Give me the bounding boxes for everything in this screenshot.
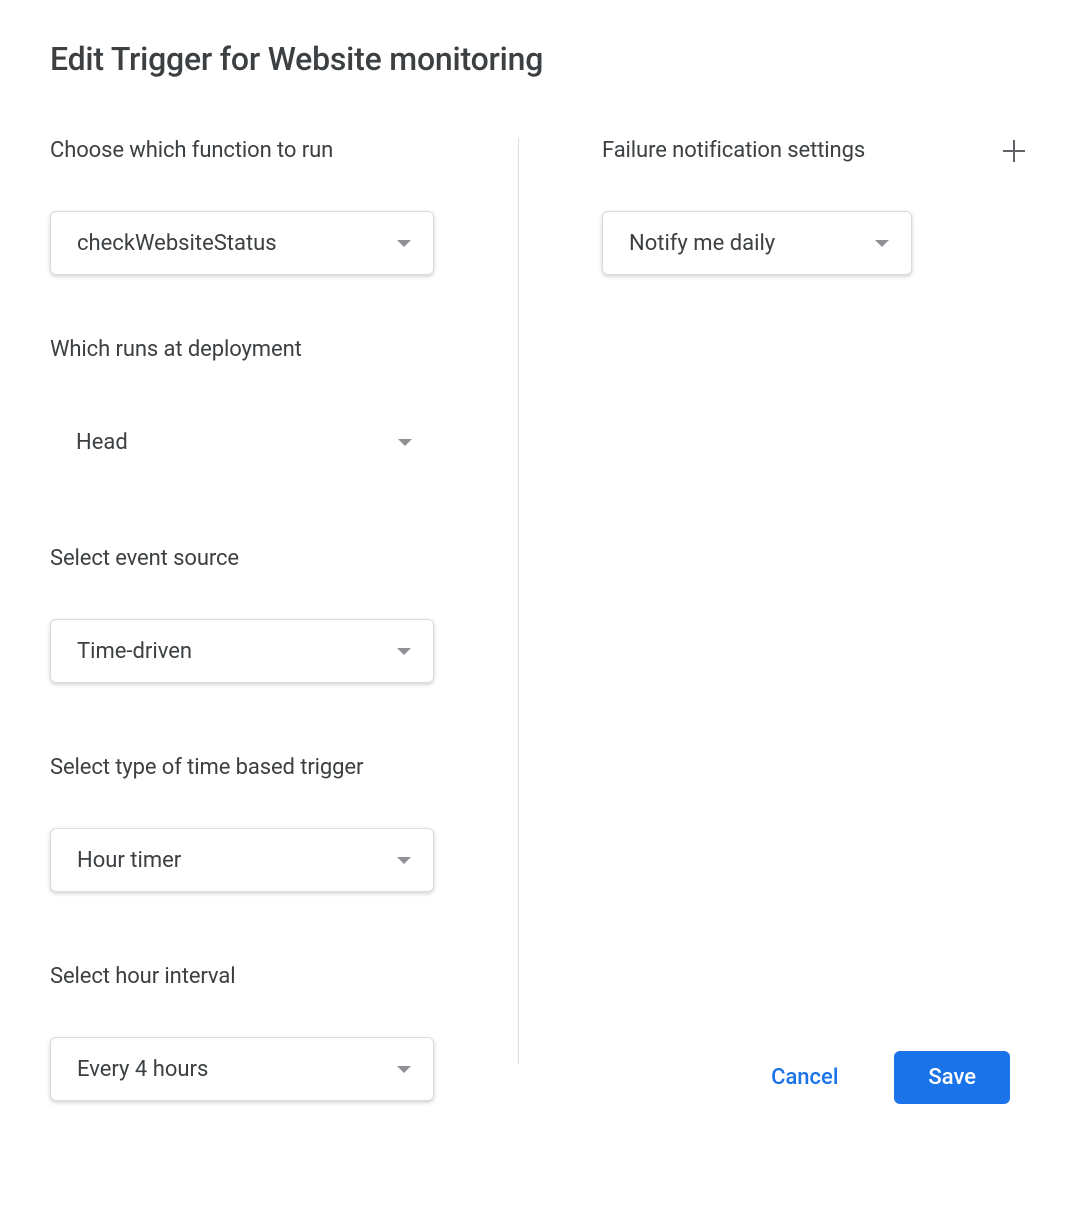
event-source-label: Select event source: [50, 546, 468, 571]
chevron-down-icon: [397, 857, 411, 864]
event-source-select[interactable]: Time-driven: [50, 619, 434, 683]
trigger-type-field: Select type of time based trigger Hour t…: [50, 755, 468, 892]
function-select[interactable]: checkWebsiteStatus: [50, 211, 434, 275]
interval-select[interactable]: Every 4 hours: [50, 1037, 434, 1101]
event-source-value: Time-driven: [77, 639, 192, 664]
dialog-footer: Cancel Save: [759, 1051, 1010, 1104]
deployment-field: Which runs at deployment Head: [50, 337, 468, 474]
interval-field: Select hour interval Every 4 hours: [50, 964, 468, 1101]
left-column: Choose which function to run checkWebsit…: [50, 138, 518, 1173]
deployment-value: Head: [76, 430, 128, 455]
edit-trigger-dialog: Edit Trigger for Website monitoring Choo…: [0, 0, 1086, 1173]
function-label: Choose which function to run: [50, 138, 468, 163]
notification-value: Notify me daily: [629, 231, 775, 256]
cancel-button[interactable]: Cancel: [759, 1057, 850, 1098]
chevron-down-icon: [397, 240, 411, 247]
notification-label: Failure notification settings: [602, 138, 865, 163]
interval-label: Select hour interval: [50, 964, 468, 989]
deployment-label: Which runs at deployment: [50, 337, 468, 362]
dialog-body: Choose which function to run checkWebsit…: [50, 138, 1036, 1173]
chevron-down-icon: [397, 648, 411, 655]
trigger-type-value: Hour timer: [77, 848, 181, 873]
notification-select[interactable]: Notify me daily: [602, 211, 912, 275]
deployment-select[interactable]: Head: [50, 410, 434, 474]
interval-value: Every 4 hours: [77, 1057, 208, 1082]
right-column: Failure notification settings Notify me …: [518, 138, 1036, 1173]
plus-icon[interactable]: [1002, 139, 1026, 163]
chevron-down-icon: [398, 439, 412, 446]
chevron-down-icon: [875, 240, 889, 247]
function-field: Choose which function to run checkWebsit…: [50, 138, 468, 275]
trigger-type-select[interactable]: Hour timer: [50, 828, 434, 892]
dialog-title: Edit Trigger for Website monitoring: [50, 40, 1036, 78]
chevron-down-icon: [397, 1066, 411, 1073]
vertical-divider: [518, 138, 519, 1064]
event-source-field: Select event source Time-driven: [50, 546, 468, 683]
save-button[interactable]: Save: [894, 1051, 1010, 1104]
trigger-type-label: Select type of time based trigger: [50, 755, 468, 780]
notification-header: Failure notification settings: [602, 138, 1036, 163]
function-value: checkWebsiteStatus: [77, 231, 277, 256]
